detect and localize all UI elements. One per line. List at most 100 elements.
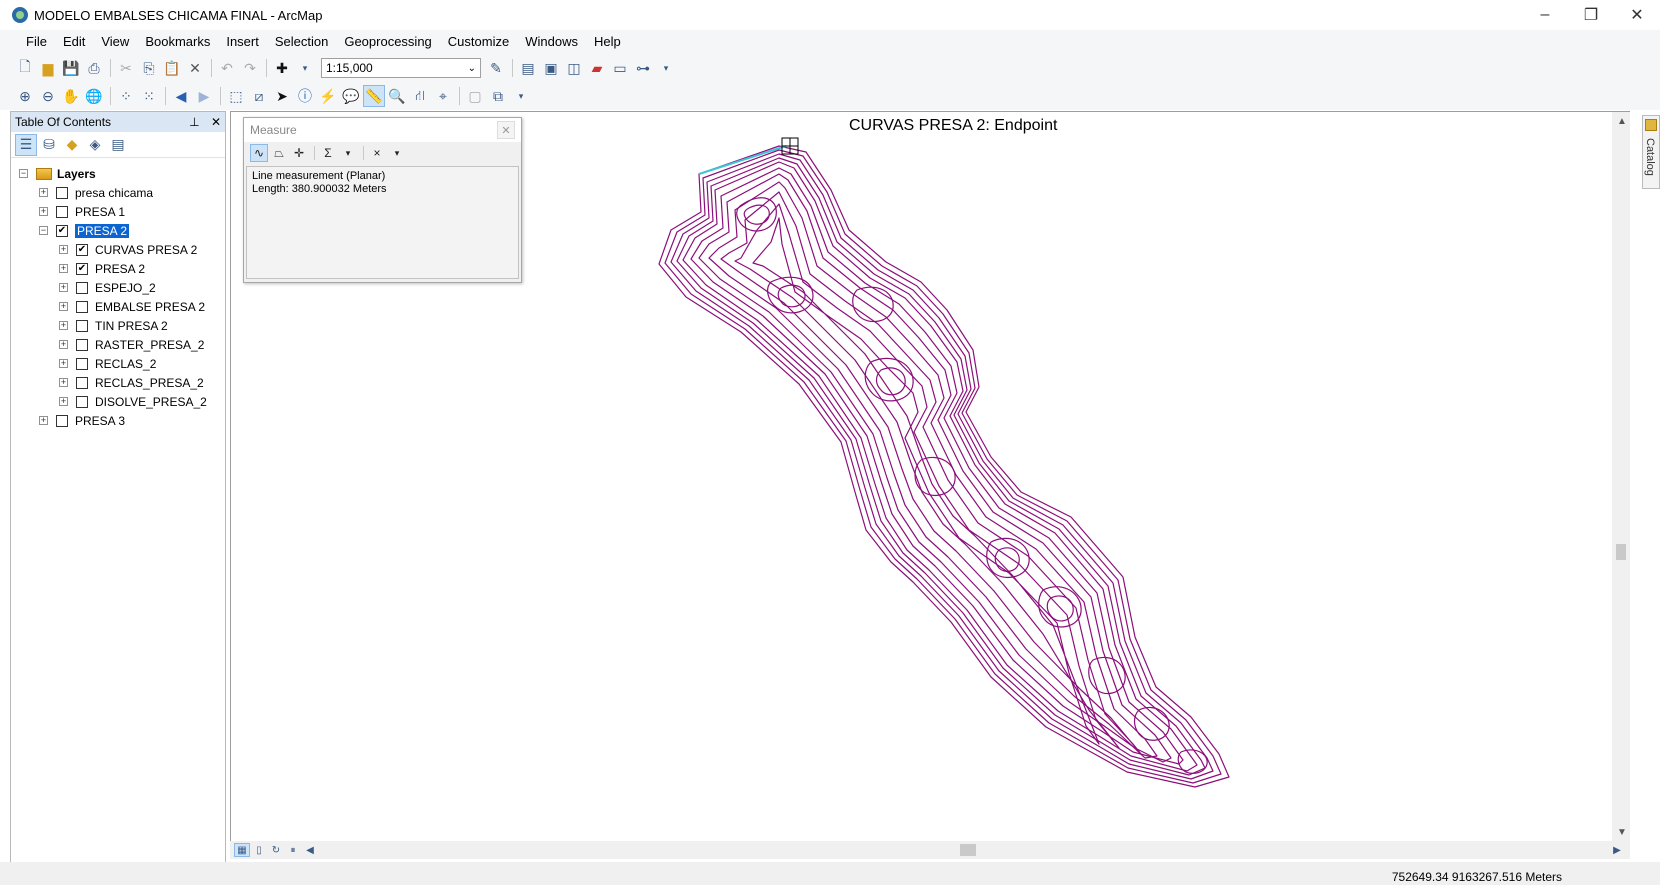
layer-visibility-checkbox[interactable]: [76, 300, 88, 313]
layer-visibility-checkbox[interactable]: [56, 414, 68, 427]
toc-options-icon[interactable]: ▤: [107, 134, 129, 156]
data-view-icon[interactable]: ▦: [234, 843, 250, 857]
layers-root[interactable]: − Layers: [11, 164, 225, 183]
sublayer-item[interactable]: + ESPEJO_2: [11, 278, 225, 297]
layer-item[interactable]: + PRESA 1: [11, 202, 225, 221]
layer-visibility-checkbox[interactable]: [56, 186, 68, 199]
expand-icon[interactable]: +: [59, 321, 68, 330]
measure-options-icon[interactable]: ▾: [388, 144, 406, 162]
layer-visibility-checkbox[interactable]: [76, 281, 88, 294]
layer-visibility-checkbox[interactable]: [76, 395, 88, 408]
full-extent-icon[interactable]: 🌐: [83, 85, 105, 107]
add-data-icon[interactable]: ✚: [271, 57, 293, 79]
expand-icon[interactable]: +: [39, 416, 48, 425]
layer-item-selected[interactable]: − ✔ PRESA 2: [11, 221, 225, 240]
menu-windows[interactable]: Windows: [517, 31, 586, 53]
measure-close-button[interactable]: ✕: [497, 121, 515, 139]
scroll-down-icon[interactable]: ▼: [1617, 827, 1627, 838]
list-by-selection-icon[interactable]: ◈: [84, 134, 106, 156]
select-features-icon[interactable]: ⬚: [225, 85, 247, 107]
sublayer-item[interactable]: + RECLAS_2: [11, 354, 225, 373]
menu-help[interactable]: Help: [586, 31, 629, 53]
expand-icon[interactable]: +: [59, 302, 68, 311]
redo-icon[interactable]: ↷: [239, 57, 261, 79]
layer-visibility-checkbox[interactable]: [76, 319, 88, 332]
pin-icon[interactable]: ⊥: [189, 115, 199, 129]
sublayer-item[interactable]: + DISOLVE_PRESA_2: [11, 392, 225, 411]
measure-line-icon[interactable]: ∿: [250, 144, 268, 162]
sublayer-item[interactable]: + ✔ CURVAS PRESA 2: [11, 240, 225, 259]
time-slider-icon[interactable]: ▢: [464, 85, 486, 107]
toolbar-options-icon[interactable]: ▾: [510, 85, 532, 107]
python-window-icon[interactable]: ▭: [609, 57, 631, 79]
table-of-contents-icon[interactable]: ▤: [517, 57, 539, 79]
expand-icon[interactable]: +: [39, 207, 48, 216]
html-popup-icon[interactable]: 💬: [340, 85, 362, 107]
layer-visibility-checkbox[interactable]: [76, 357, 88, 370]
layer-visibility-checkbox[interactable]: ✔: [76, 243, 88, 256]
sum-icon[interactable]: Σ: [319, 144, 337, 162]
menu-insert[interactable]: Insert: [218, 31, 267, 53]
paste-icon[interactable]: 📋: [161, 57, 183, 79]
close-icon[interactable]: ✕: [211, 115, 221, 129]
clear-results-icon[interactable]: ×: [368, 144, 386, 162]
fixed-zoom-out-icon[interactable]: ⁙: [138, 85, 160, 107]
expand-icon[interactable]: +: [59, 359, 68, 368]
modelbuilder-icon[interactable]: ⊶: [632, 57, 654, 79]
zoom-out-icon[interactable]: ⊖: [37, 85, 59, 107]
minimize-button[interactable]: –: [1522, 0, 1568, 30]
pan-icon[interactable]: ✋: [60, 85, 82, 107]
menu-bookmarks[interactable]: Bookmarks: [137, 31, 218, 53]
scroll-up-icon[interactable]: ▲: [1617, 116, 1627, 127]
select-elements-icon[interactable]: ➤: [271, 85, 293, 107]
go-to-xy-icon[interactable]: ⌖: [432, 85, 454, 107]
layer-visibility-checkbox[interactable]: [56, 205, 68, 218]
open-folder-icon[interactable]: ▆: [37, 57, 59, 79]
measure-feature-icon[interactable]: ✛: [290, 144, 308, 162]
restore-button[interactable]: ❐: [1568, 0, 1614, 30]
cut-icon[interactable]: ✂: [115, 57, 137, 79]
layer-visibility-checkbox[interactable]: [76, 338, 88, 351]
choose-units-icon[interactable]: ▾: [339, 144, 357, 162]
layer-visibility-checkbox[interactable]: ✔: [56, 224, 68, 237]
back-extent-icon[interactable]: ◀: [170, 85, 192, 107]
sublayer-item[interactable]: + ✔ PRESA 2: [11, 259, 225, 278]
forward-extent-icon[interactable]: ▶: [193, 85, 215, 107]
horizontal-scroll-thumb[interactable]: [960, 844, 976, 856]
refresh-icon[interactable]: ↻: [268, 843, 284, 857]
expand-icon[interactable]: +: [59, 340, 68, 349]
scroll-right-icon[interactable]: ▶: [1609, 843, 1625, 857]
save-icon[interactable]: 💾: [60, 57, 82, 79]
scroll-left-icon[interactable]: ◀: [302, 843, 318, 857]
sublayer-item[interactable]: + TIN PRESA 2: [11, 316, 225, 335]
pause-drawing-icon[interactable]: ⏸: [285, 843, 301, 857]
identify-icon[interactable]: ⓘ: [294, 85, 316, 107]
sublayer-item[interactable]: + EMBALSE PRESA 2: [11, 297, 225, 316]
expand-icon[interactable]: +: [39, 188, 48, 197]
print-icon[interactable]: ⎙: [83, 57, 105, 79]
scroll-thumb[interactable]: [1616, 544, 1626, 560]
sublayer-item[interactable]: + RECLAS_PRESA_2: [11, 373, 225, 392]
hyperlink-icon[interactable]: ⚡: [317, 85, 339, 107]
menu-file[interactable]: File: [18, 31, 55, 53]
expand-icon[interactable]: +: [59, 378, 68, 387]
catalog-tab[interactable]: Catalog: [1642, 115, 1660, 189]
copy-icon[interactable]: ⎘: [138, 57, 160, 79]
list-by-drawing-order-icon[interactable]: ☰: [15, 133, 37, 156]
measure-area-icon[interactable]: ⏢: [270, 144, 288, 162]
delete-icon[interactable]: ✕: [184, 57, 206, 79]
editor-toolbar-icon[interactable]: ✎: [485, 57, 507, 79]
vertical-scrollbar[interactable]: ▲ ▼: [1612, 112, 1630, 842]
layer-item[interactable]: + PRESA 3: [11, 411, 225, 430]
collapse-icon[interactable]: −: [19, 169, 28, 178]
layer-visibility-checkbox[interactable]: ✔: [76, 262, 88, 275]
list-by-visibility-icon[interactable]: ◆: [61, 134, 83, 156]
map-scale-select[interactable]: 1:15,000 ⌄: [321, 58, 481, 78]
clear-selection-icon[interactable]: ⧄: [248, 85, 270, 107]
menu-edit[interactable]: Edit: [55, 31, 93, 53]
zoom-in-icon[interactable]: ⊕: [14, 85, 36, 107]
menu-view[interactable]: View: [93, 31, 137, 53]
layout-view-icon[interactable]: ▯: [251, 843, 267, 857]
collapse-icon[interactable]: −: [39, 226, 48, 235]
measure-icon[interactable]: 📏: [363, 85, 385, 107]
